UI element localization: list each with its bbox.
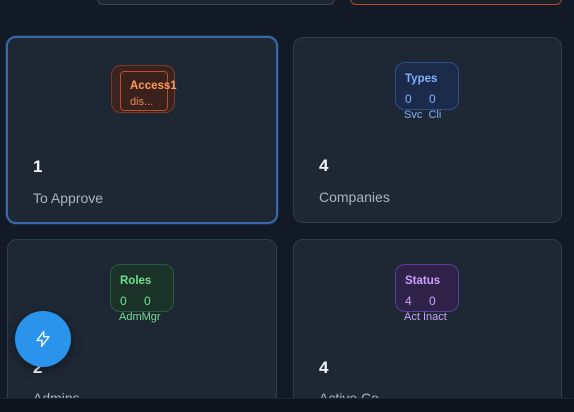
types-svc-count: 0: [405, 92, 412, 106]
roles-chip-sub: AdmMgr: [119, 311, 161, 323]
access-chip: Access1 dis...: [111, 65, 177, 113]
types-cli-count: 0: [429, 92, 436, 106]
card-active-companies[interactable]: Status 4 0 Act Inact 4 Active Co...: [293, 239, 562, 412]
roles-manager-count: 0: [144, 294, 151, 308]
bottom-bar: [0, 398, 574, 412]
types-chip: Types 0 0: [395, 62, 459, 110]
active-companies-count: 4: [319, 358, 329, 377]
access-chip-title: Access1: [130, 80, 177, 92]
status-chip-sub: Act Inact: [404, 311, 447, 323]
dashboard: Access1 dis... 1 To Approve Types 0 0 Sv…: [0, 0, 574, 412]
lightning-icon: [36, 330, 50, 348]
top-alert-partial[interactable]: [350, 0, 562, 5]
card-to-approve[interactable]: Access1 dis... 1 To Approve: [6, 36, 278, 224]
quick-action-button[interactable]: [15, 311, 71, 367]
to-approve-count: 1: [33, 157, 43, 176]
types-chip-title: Types: [405, 73, 438, 85]
status-chip: Status 4 0: [395, 264, 459, 312]
card-companies[interactable]: Types 0 0 Svc Cli 4 Companies: [293, 37, 562, 223]
roles-chip: Roles 0 0: [110, 264, 174, 312]
roles-chip-title: Roles: [120, 275, 152, 287]
to-approve-label: To Approve: [33, 190, 104, 206]
status-chip-title: Status: [405, 275, 441, 287]
status-inactive-count: 0: [429, 294, 436, 308]
status-active-count: 4: [405, 294, 412, 308]
roles-admin-count: 0: [120, 294, 127, 308]
access-chip-sub: dis...: [130, 96, 154, 108]
companies-label: Companies: [319, 189, 390, 205]
types-chip-sub: Svc Cli: [404, 109, 442, 121]
companies-count: 4: [319, 156, 329, 175]
access-chip-inner: Access1 dis...: [120, 71, 177, 111]
top-card-partial[interactable]: [97, 0, 335, 5]
